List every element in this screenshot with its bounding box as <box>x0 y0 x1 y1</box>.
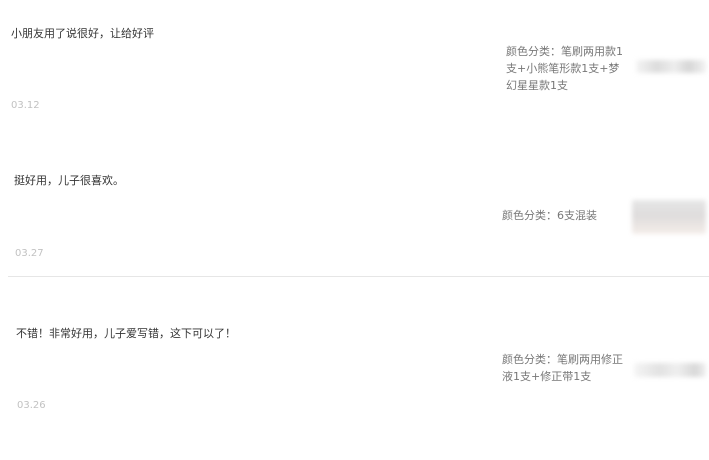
review-text: 挺好用，儿子很喜欢。 <box>14 174 124 187</box>
blurred-username <box>634 363 706 377</box>
review-date: 03.26 <box>17 400 46 411</box>
blurred-username <box>636 60 706 73</box>
review-text: 不错！非常好用，儿子爱写错，这下可以了！ <box>16 327 236 340</box>
review-item: 不错！非常好用，儿子爱写错，这下可以了！ 颜色分类：笔刷两用修正液1支+修正带1… <box>0 277 709 460</box>
review-item: 挺好用，儿子很喜欢。 颜色分类：6支混装 03.27 <box>0 140 709 276</box>
review-text: 小朋友用了说很好，让给好评 <box>11 27 154 40</box>
sku-info: 颜色分类：6支混装 <box>502 207 630 224</box>
sku-value: 6支混装 <box>557 209 597 222</box>
sku-label: 颜色分类： <box>502 353 557 366</box>
blurred-avatar <box>632 200 706 234</box>
sku-label: 颜色分类： <box>506 45 561 58</box>
sku-label: 颜色分类： <box>502 209 557 222</box>
review-date: 03.12 <box>11 100 40 111</box>
review-date: 03.27 <box>15 248 44 259</box>
sku-info: 颜色分类：笔刷两用修正液1支+修正带1支 <box>502 351 630 385</box>
sku-info: 颜色分类：笔刷两用款1支+小熊笔形款1支+梦幻星星款1支 <box>506 43 630 94</box>
review-item: 小朋友用了说很好，让给好评 颜色分类：笔刷两用款1支+小熊笔形款1支+梦幻星星款… <box>0 0 709 140</box>
